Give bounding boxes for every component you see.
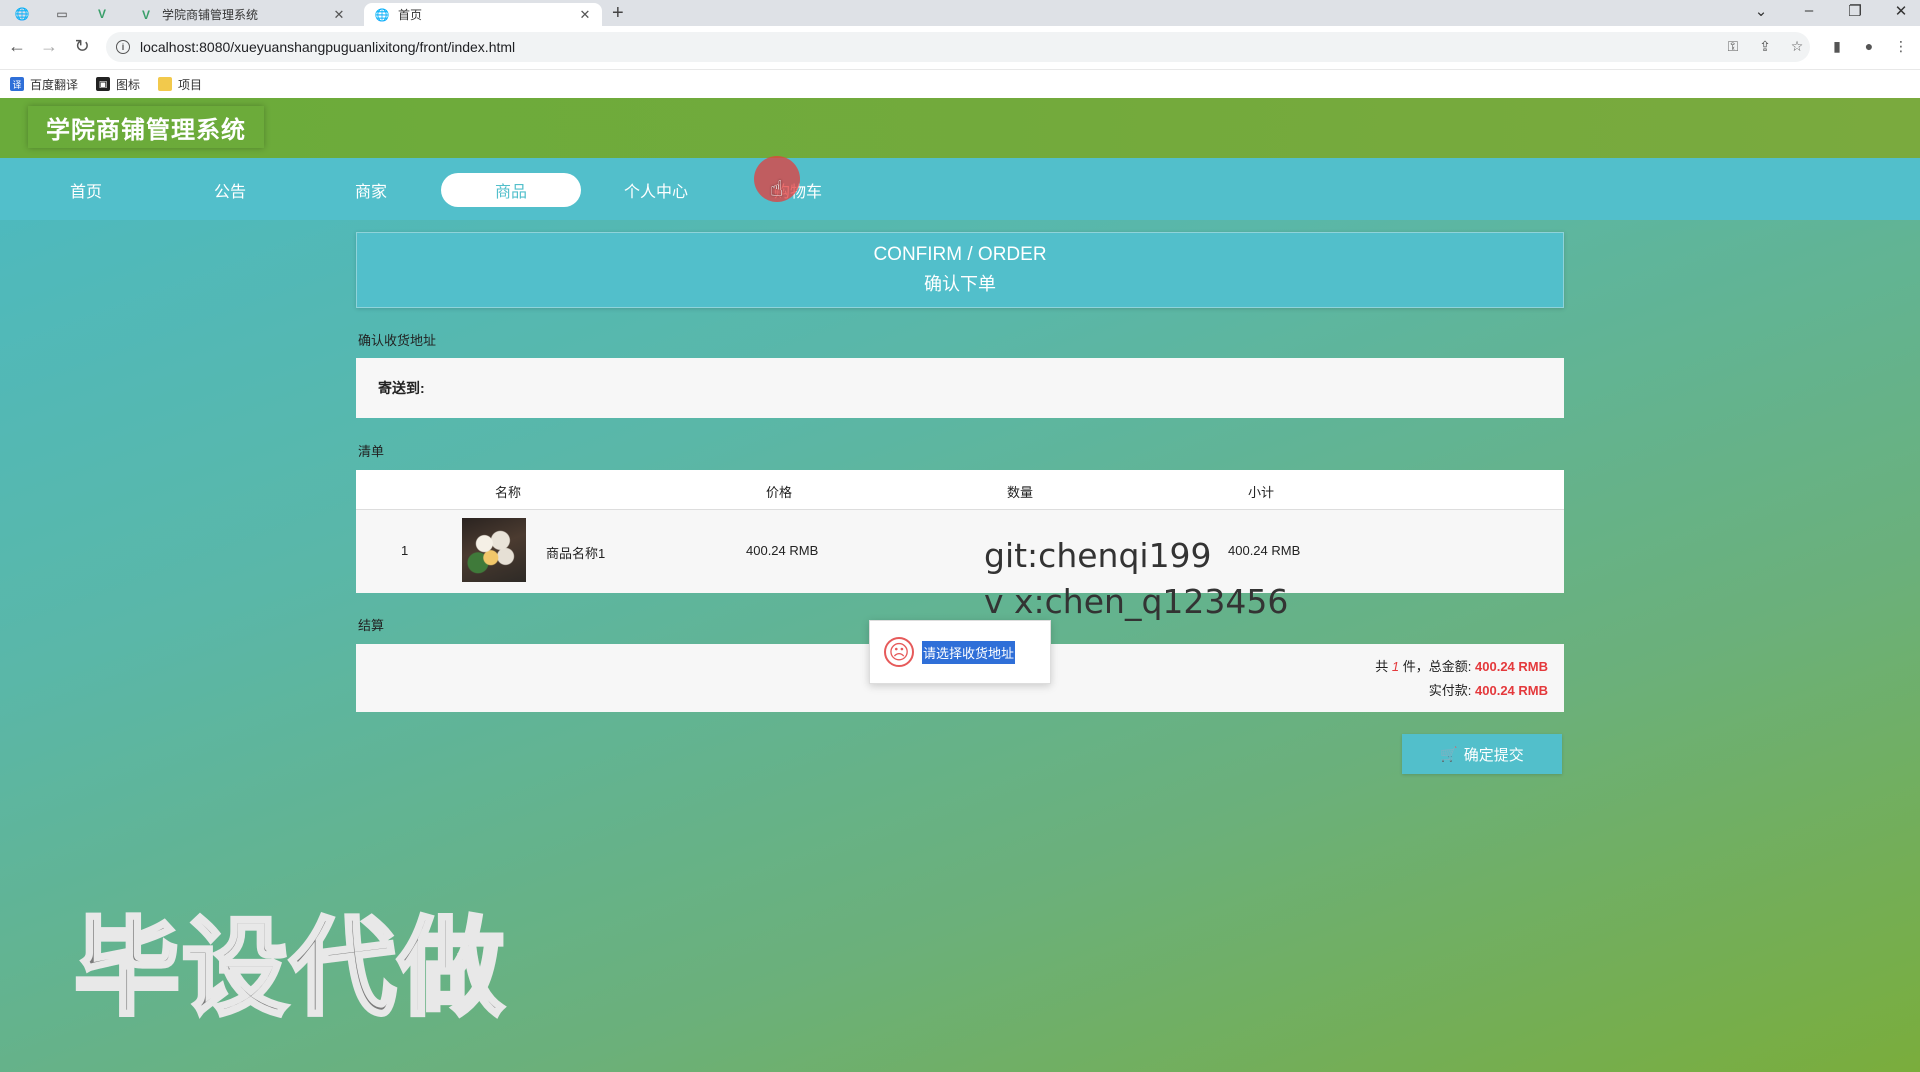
tab-admin[interactable]: V 学院商铺管理系统 ✕	[128, 3, 356, 26]
tab-title: 首页	[398, 8, 423, 22]
tab-home[interactable]: 🌐 首页 ✕	[364, 3, 602, 26]
product-price: 400.24 RMB	[746, 543, 819, 558]
column-header-subtotal: 小计	[1247, 485, 1275, 500]
restore-icon[interactable]: ❐	[1840, 2, 1870, 20]
close-icon[interactable]: ✕	[332, 7, 346, 23]
bookmarks-bar: 译 百度翻译 ▣ 图标 项目	[0, 70, 1920, 98]
watermark-text: 毕设代做	[72, 905, 506, 1032]
sad-face-icon: ☹	[884, 637, 914, 667]
table-header: 名称 价格 数量 小计	[356, 470, 1564, 510]
banner-title-en: CONFIRM / ORDER	[873, 244, 1047, 265]
close-icon[interactable]: ✕	[578, 7, 592, 23]
cart-icon: 🛒	[1440, 745, 1458, 762]
address-box[interactable]: 寄送到:	[356, 358, 1564, 418]
nav-notice[interactable]: 公告	[160, 173, 300, 207]
total-line: 共 1 件，总金额: 400.24 RMB	[1375, 656, 1548, 675]
count-suffix: 件，总金额:	[1402, 659, 1472, 674]
star-icon[interactable]: ☆	[1786, 38, 1808, 55]
column-header-price: 价格	[765, 485, 793, 500]
bookmark-label: 百度翻译	[30, 77, 79, 92]
globe-icon: 🌐	[374, 7, 390, 22]
item-count: 1	[1391, 659, 1400, 674]
toast-message: 请选择收货地址	[922, 640, 1016, 664]
address-section-label: 确认收货地址	[358, 333, 437, 348]
bookmark-label: 项目	[178, 77, 203, 92]
info-icon[interactable]: i	[116, 40, 130, 54]
translate-icon: 译	[10, 77, 24, 91]
key-icon[interactable]: ⚿	[1722, 38, 1744, 55]
back-icon[interactable]: ←	[6, 36, 28, 57]
column-header-name: 名称	[494, 485, 522, 500]
globe-icon[interactable]: 🌐	[8, 3, 36, 25]
nav-merchant[interactable]: 商家	[301, 173, 441, 207]
bookmark-icons[interactable]: ▣ 图标	[96, 76, 140, 93]
count-prefix: 共	[1375, 659, 1389, 674]
settle-section-label: 结算	[358, 618, 385, 633]
order-items-table: 名称 价格 数量 小计 1 商品名称1 400.24 RMB 400.24 RM…	[356, 470, 1564, 593]
row-index: 1	[401, 543, 409, 558]
submit-label: 确定提交	[1463, 746, 1524, 764]
overlay-git-text: git:chenqi199	[984, 536, 1212, 575]
nav-products[interactable]: 商品	[441, 173, 581, 207]
ship-to-label: 寄送到:	[378, 380, 425, 396]
browser-tab-bar: 🌐 ▭ V V 学院商铺管理系统 ✕ 🌐 首页 ✕ + ⌄ – ❐ ✕	[0, 0, 1920, 26]
error-toast: ☹ 请选择收货地址	[869, 620, 1051, 684]
bookmark-project[interactable]: 项目	[158, 76, 202, 93]
banner-title-zh: 确认下单	[924, 274, 996, 294]
bookmark-translate[interactable]: 译 百度翻译	[10, 76, 78, 93]
tab-title: 学院商铺管理系统	[162, 8, 259, 22]
close-window-icon[interactable]: ✕	[1886, 2, 1916, 20]
total-amount: 400.24 RMB	[1475, 659, 1548, 674]
hand-cursor-icon: ☝	[770, 176, 784, 201]
order-banner: CONFIRM / ORDER 确认下单	[356, 232, 1564, 308]
product-name: 商品名称1	[546, 546, 606, 561]
overlay-wechat-text: v x:chen_q123456	[984, 582, 1289, 621]
nav-home[interactable]: 首页	[16, 173, 156, 207]
site-title: 学院商铺管理系统	[28, 106, 264, 148]
paid-amount: 400.24 RMB	[1475, 683, 1548, 698]
url-text[interactable]: localhost:8080/xueyuanshangpuguanlixiton…	[140, 39, 515, 55]
tab-search-icon[interactable]: ⌄	[1746, 2, 1776, 20]
forward-icon[interactable]: →	[38, 36, 60, 57]
menu-icon[interactable]: ⋮	[1890, 38, 1912, 55]
bookmark-label: 图标	[116, 77, 141, 92]
new-tab-button[interactable]: +	[612, 2, 624, 25]
submit-order-button[interactable]: 🛒 确定提交	[1402, 734, 1562, 774]
blank-tab-icon[interactable]: ▭	[48, 3, 76, 25]
image-icon: ▣	[96, 77, 111, 91]
paid-line: 实付款: 400.24 RMB	[1429, 680, 1548, 699]
main-nav: 首页 公告 商家 商品 个人中心 购物车	[0, 158, 1920, 220]
product-subtotal: 400.24 RMB	[1228, 543, 1301, 558]
share-icon[interactable]: ⇪	[1754, 38, 1776, 55]
vue-logo-icon[interactable]: V	[88, 3, 116, 25]
site-header: 学院商铺管理系统	[0, 98, 1920, 158]
folder-icon	[158, 77, 173, 91]
address-bar[interactable]: i localhost:8080/xueyuanshangpuguanlixit…	[106, 32, 1810, 62]
list-section-label: 清单	[358, 444, 385, 459]
side-panel-icon[interactable]: ▮	[1826, 38, 1848, 55]
profile-icon[interactable]: ●	[1858, 38, 1880, 54]
nav-personal-center[interactable]: 个人中心	[586, 173, 726, 207]
column-header-quantity: 数量	[1006, 485, 1034, 500]
paid-label: 实付款:	[1428, 683, 1472, 698]
page-body: 学院商铺管理系统 首页 公告 商家 商品 个人中心 购物车 ☝ CONFIRM …	[0, 98, 1920, 1072]
reload-icon[interactable]: ↻	[71, 36, 93, 57]
vue-logo-icon: V	[141, 7, 150, 22]
browser-toolbar: ← → ↻ i localhost:8080/xueyuanshangpugua…	[0, 26, 1920, 70]
product-image[interactable]	[462, 518, 526, 582]
minimize-icon[interactable]: –	[1794, 2, 1824, 19]
